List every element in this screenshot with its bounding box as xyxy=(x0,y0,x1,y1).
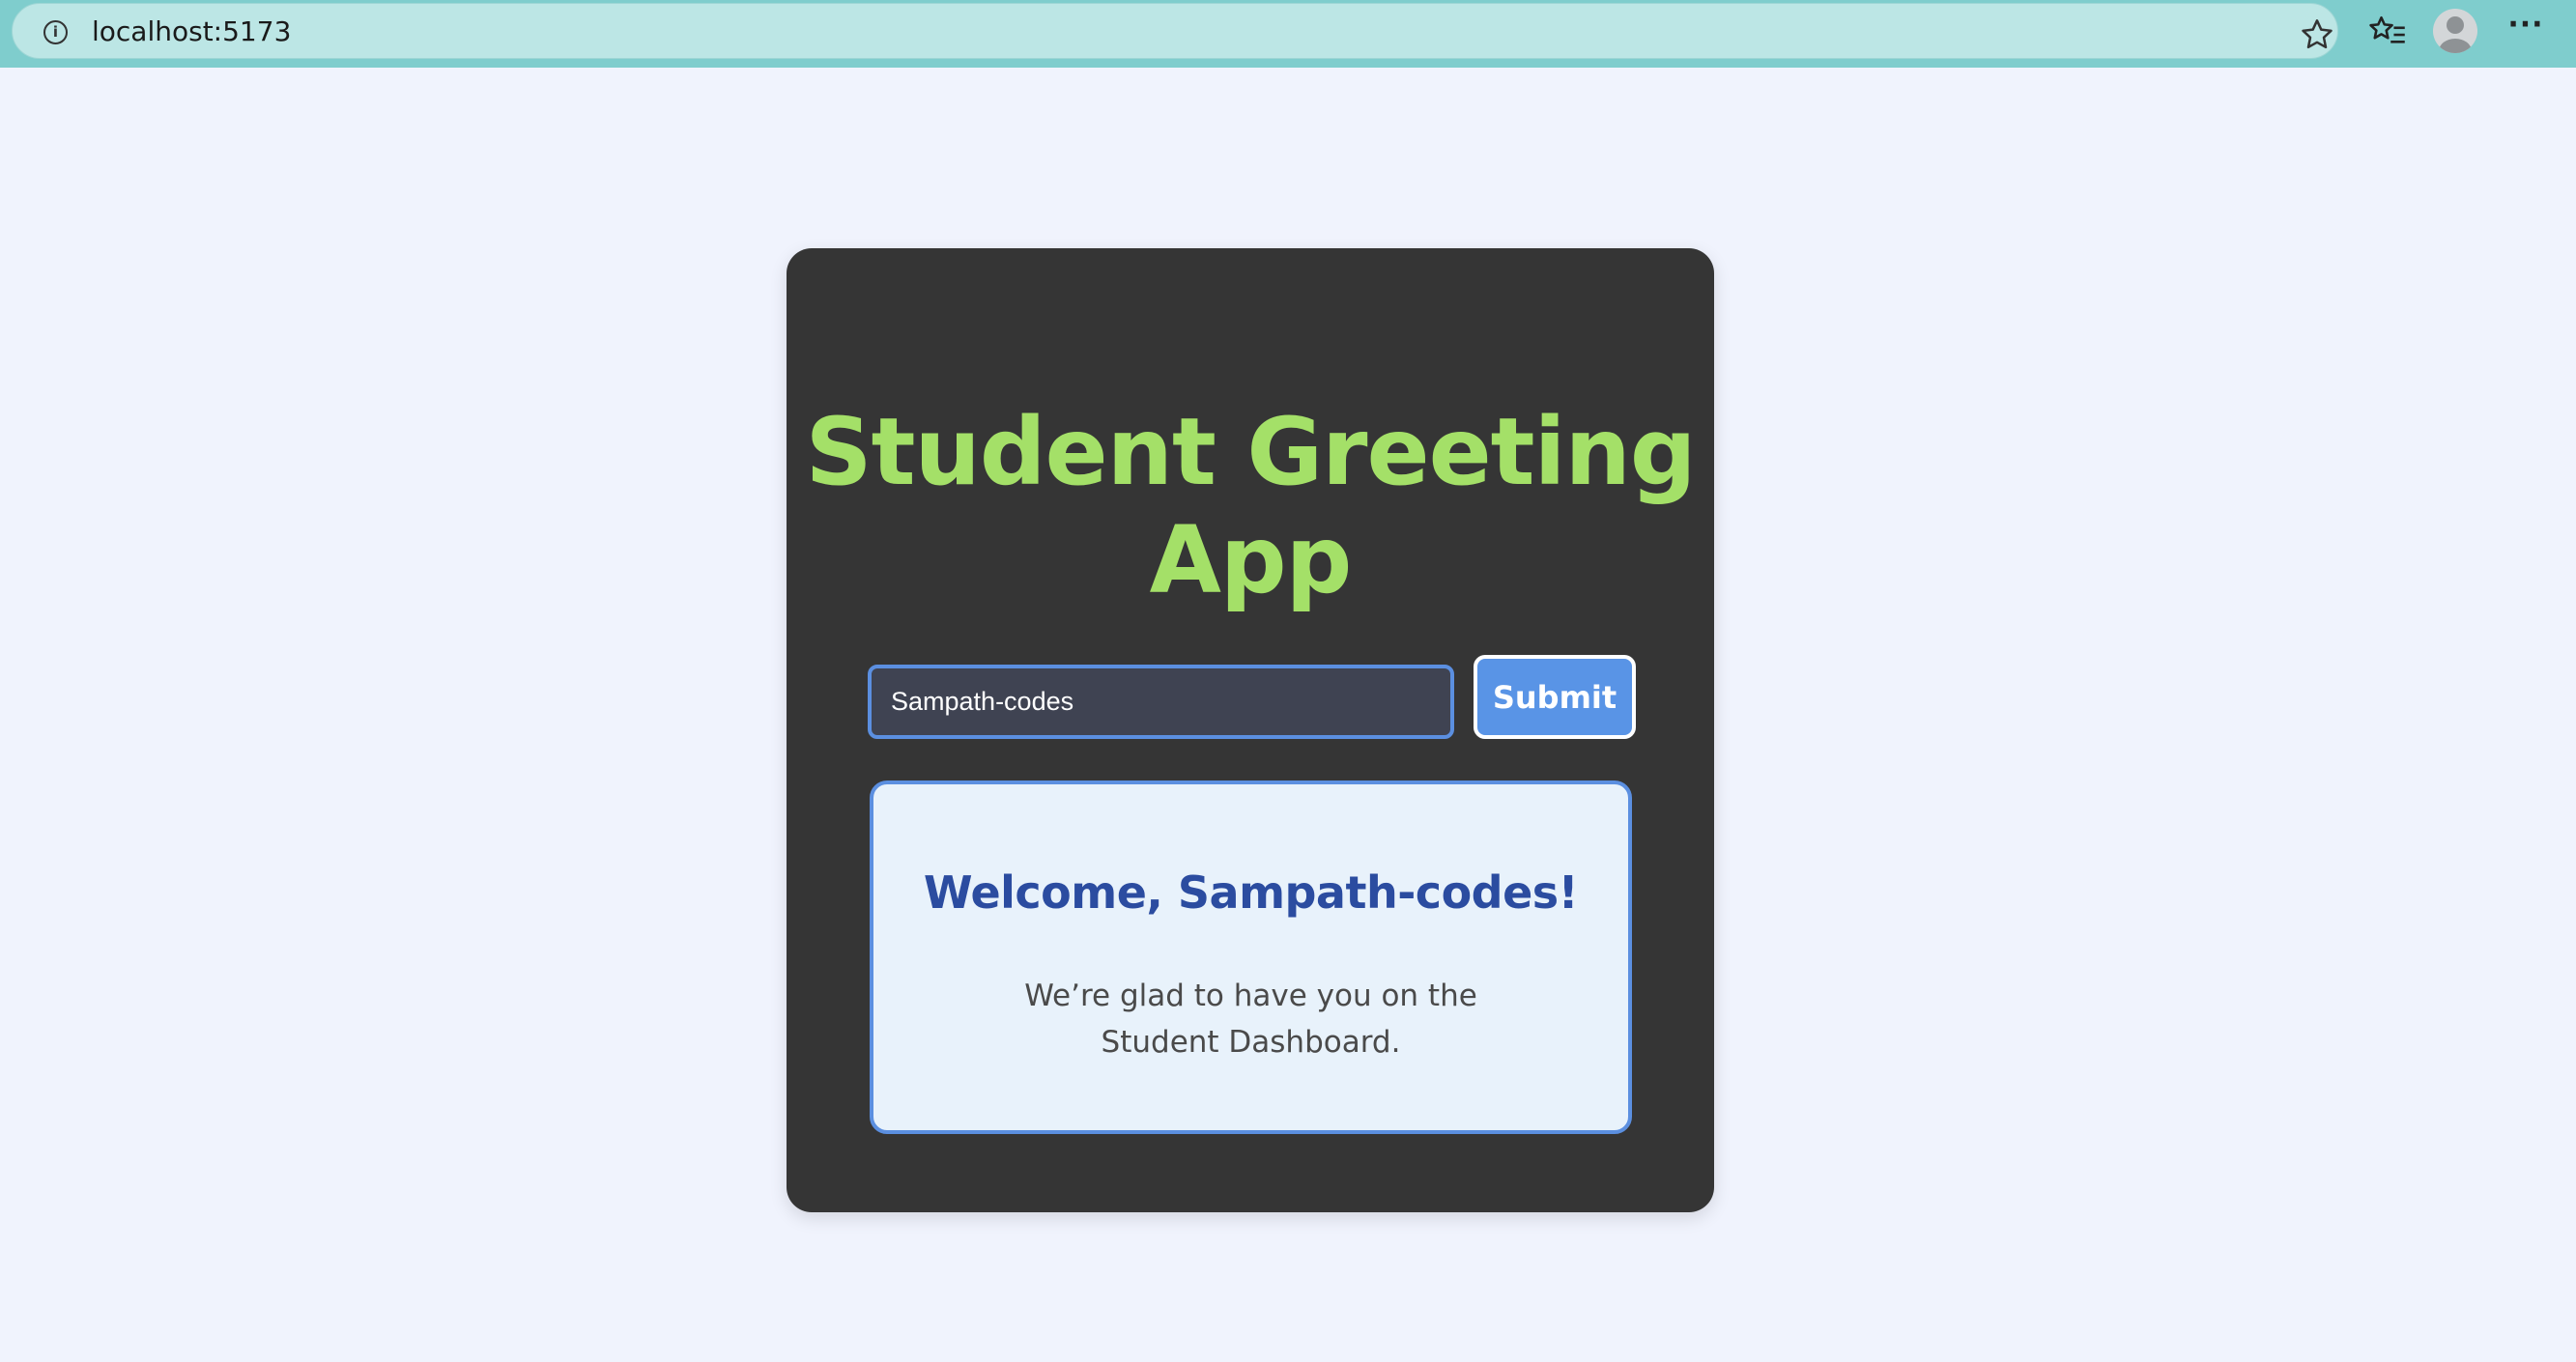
url-text[interactable]: localhost:5173 xyxy=(92,15,291,48)
name-input[interactable] xyxy=(868,665,1454,739)
page-title: Student Greeting App xyxy=(805,398,1696,614)
favorites-icon[interactable] xyxy=(2367,12,2408,50)
submit-button[interactable]: Submit xyxy=(1474,655,1636,739)
greeting-card: Student Greeting App Submit Welcome, Sam… xyxy=(787,248,1714,1212)
avatar[interactable] xyxy=(2433,9,2477,53)
star-icon[interactable] xyxy=(2298,15,2336,54)
more-icon[interactable]: ··· xyxy=(2506,11,2545,48)
address-bar[interactable]: i localhost:5173 xyxy=(12,3,2338,59)
info-icon[interactable]: i xyxy=(43,20,68,44)
browser-toolbar: i localhost:5173 ··· xyxy=(0,0,2576,68)
welcome-message-box: Welcome, Sampath-codes! We’re glad to ha… xyxy=(870,780,1632,1134)
welcome-heading: Welcome, Sampath-codes! xyxy=(923,866,1579,919)
welcome-text: We’re glad to have you on the Student Da… xyxy=(1024,979,1477,1060)
profile-icon xyxy=(2439,16,2472,53)
